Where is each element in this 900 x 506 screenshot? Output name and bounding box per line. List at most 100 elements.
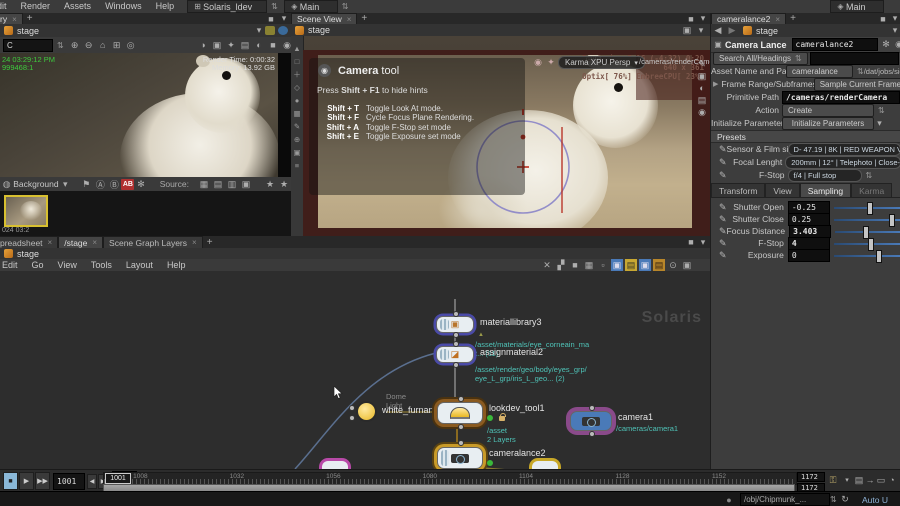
- node-materiallibrary3[interactable]: ▣ materiallibrary3 ▲ /asset/materials/ey…: [436, 311, 589, 358]
- input-connector[interactable]: [458, 396, 464, 402]
- chevron-down-icon[interactable]: ▾: [60, 178, 71, 190]
- star-icons-1[interactable]: ★: [278, 178, 290, 190]
- network-canvas[interactable]: Solaris ▣ materiallibrary3 ▲ /asset/mate…: [0, 271, 710, 487]
- pane-dropdown-icon[interactable]: ▾: [889, 13, 900, 25]
- ab-compare-icons-2[interactable]: Ⓑ: [108, 178, 120, 190]
- network-toolbar-icons-0[interactable]: ✕: [541, 259, 553, 271]
- current-frame-field[interactable]: 1001: [53, 472, 85, 490]
- channel-combo[interactable]: C: [3, 38, 53, 52]
- tab-transform[interactable]: Transform: [711, 183, 766, 197]
- viewport-right-icons-1[interactable]: ▣: [696, 70, 708, 82]
- renderer-selector[interactable]: Karma XPU Persp ▾: [558, 56, 645, 69]
- collapse-arrow-icon[interactable]: ▶: [713, 80, 718, 88]
- net-menu-view[interactable]: View: [51, 259, 84, 272]
- context-path-field[interactable]: /obj/Chipmunk_...: [740, 493, 830, 506]
- message-bubble-icon[interactable]: ●: [723, 494, 735, 506]
- viewport-tool-column-7[interactable]: ⊕: [292, 133, 303, 146]
- viewport-tool-column-0[interactable]: ▲: [292, 42, 303, 55]
- viewport-tool-column-8[interactable]: ▣: [292, 146, 303, 159]
- pencil-icon[interactable]: ✎: [719, 238, 727, 249]
- output-connector[interactable]: [589, 431, 595, 437]
- node-clipped-yellow[interactable]: [532, 461, 558, 469]
- node-lookdev-tool1[interactable]: lookdev_tool1 /asset 2 Layers: [437, 396, 545, 444]
- viewport-right-icons-2[interactable]: ◐: [696, 82, 708, 94]
- exposure-slider[interactable]: [834, 249, 900, 263]
- node-name-field[interactable]: cameralance2: [791, 38, 878, 51]
- ab-red-icon[interactable]: AB: [121, 178, 135, 190]
- new-tab-button[interactable]: +: [27, 13, 33, 24]
- desktop-selector[interactable]: ⊞ Solaris_ldev: [187, 0, 268, 13]
- layout-grid-icons-1[interactable]: ▤: [212, 178, 224, 190]
- display-tool-icons-0[interactable]: ◑: [197, 39, 209, 51]
- pencil-icon[interactable]: ✎: [719, 250, 727, 261]
- search-scope-button[interactable]: Search All/Headings ⇅: [713, 51, 808, 65]
- view-tool-icons-4[interactable]: ◎: [125, 39, 137, 51]
- pane-dropdown-icon[interactable]: ▾: [697, 13, 709, 25]
- pane-menu-icon[interactable]: ■: [685, 236, 697, 248]
- input-connector[interactable]: [453, 341, 459, 347]
- param-breadcrumb[interactable]: stage: [756, 26, 778, 36]
- view-option-icon2[interactable]: ✦: [545, 56, 557, 68]
- output-connector[interactable]: [453, 332, 459, 338]
- range-end-field[interactable]: 1172: [797, 472, 825, 482]
- viewport-tool-column-1[interactable]: □: [292, 55, 303, 68]
- layout-grid-icons-2[interactable]: ▥: [226, 178, 238, 190]
- background-select[interactable]: Background: [13, 179, 58, 189]
- left-pane-tab[interactable]: ry ×: [0, 12, 23, 25]
- gear-icon[interactable]: ✻: [880, 39, 892, 51]
- tab-view[interactable]: View: [765, 183, 800, 197]
- viewport-tool-column-5[interactable]: ▦: [292, 107, 303, 120]
- net-menu-tools[interactable]: Tools: [84, 259, 119, 272]
- stop-button[interactable]: ■: [3, 472, 18, 490]
- back-icon[interactable]: ◀: [712, 25, 724, 37]
- pane-menu-icon[interactable]: ■: [685, 13, 697, 25]
- star-icons-0[interactable]: ★: [264, 178, 276, 190]
- render-image[interactable]: 24 03:29:12 PM 999468:1 Render Time: 0:00…: [0, 53, 291, 177]
- dropdown-icon[interactable]: ▾: [695, 24, 707, 36]
- focal-preset[interactable]: 200mm | 12° | Telephoto | Close-by Wildl…: [785, 155, 900, 169]
- channel-spinner[interactable]: ⇅: [57, 41, 64, 50]
- output-connector[interactable]: [453, 362, 459, 368]
- display-tool-icons-5[interactable]: ■: [267, 39, 279, 51]
- network-toolbar-icons-3[interactable]: ▦: [583, 259, 595, 271]
- menu-edit[interactable]: Edit: [0, 0, 14, 13]
- skip-end-button[interactable]: ▶▶: [35, 472, 50, 490]
- pencil-icon[interactable]: ✎: [719, 202, 727, 213]
- tab-sampling[interactable]: Sampling: [799, 183, 852, 197]
- primitive-path-field[interactable]: /cameras/renderCamera: [782, 90, 900, 104]
- desktop-spinner[interactable]: ⇅: [271, 2, 278, 11]
- dropdown-icon[interactable]: ▾: [889, 25, 900, 37]
- display-tool-icons-3[interactable]: ▤: [239, 39, 251, 51]
- network-toolbar-icons-4[interactable]: ▫: [597, 259, 609, 271]
- sync-icon[interactable]: [278, 26, 288, 35]
- pin-icon[interactable]: ◉: [893, 39, 900, 51]
- shelf-spinner[interactable]: ⇅: [342, 2, 349, 11]
- presets-header[interactable]: Presets: [711, 130, 900, 143]
- shutter-close-slider[interactable]: [834, 213, 900, 227]
- network-toolbar-icons-2[interactable]: ■: [569, 259, 581, 271]
- network-toolbar-icons-7[interactable]: ▣: [639, 259, 651, 271]
- viewport-tool-column-9[interactable]: ≡: [292, 159, 303, 172]
- fstop-preset[interactable]: f/4 | Full stop: [787, 168, 862, 182]
- exposure-field[interactable]: 0: [787, 248, 831, 262]
- viewport-tool-column-6[interactable]: ✎: [292, 120, 303, 133]
- key-icon[interactable]: ⚿: [827, 474, 839, 486]
- new-tab-button[interactable]: +: [790, 13, 796, 24]
- node-assignmaterial2[interactable]: ◪ assignmaterial2 /asset/render/geo/body…: [436, 341, 587, 383]
- gear-icon[interactable]: ✻: [135, 178, 146, 190]
- refresh-icon[interactable]: ↻: [839, 494, 851, 506]
- network-toolbar-icons-10[interactable]: ▣: [681, 259, 693, 271]
- realtime-icon[interactable]: ◔: [886, 474, 898, 486]
- input-connector[interactable]: [589, 405, 595, 411]
- network-toolbar-icons-8[interactable]: ▤: [653, 259, 665, 271]
- input-connector[interactable]: [349, 405, 355, 411]
- input-connector[interactable]: [453, 311, 459, 317]
- viewport-right-icons-3[interactable]: ▤: [696, 94, 708, 106]
- parameters-tab[interactable]: cameralance2 ×: [711, 12, 787, 25]
- input-connector2[interactable]: [349, 415, 355, 421]
- net-menu-go[interactable]: Go: [25, 259, 51, 272]
- asset-spinner[interactable]: ⇅: [857, 67, 864, 76]
- ab-compare-icons-1[interactable]: Ⓐ: [94, 178, 106, 190]
- menu-help[interactable]: Help: [149, 0, 182, 13]
- sensor-preset[interactable]: D- 47.19 | 8K | RED WEAPON VV 8K FF | 4: [787, 142, 900, 156]
